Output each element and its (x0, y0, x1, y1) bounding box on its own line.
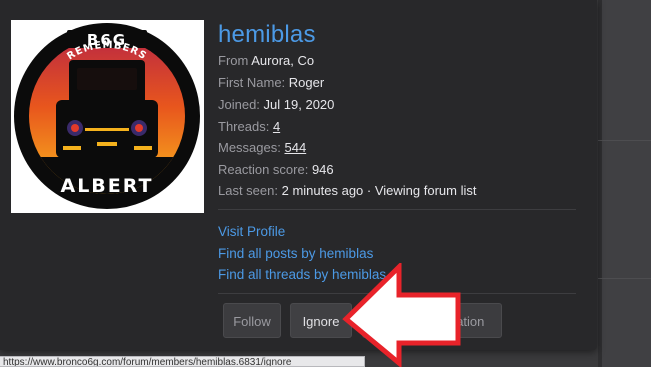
background-divider (598, 278, 651, 279)
location-line: From Aurora, Co (218, 53, 314, 68)
reaction-value: 946 (311, 162, 334, 177)
threads-label: Threads: (218, 119, 270, 134)
divider (218, 209, 576, 210)
location-value[interactable]: Aurora, Co (251, 53, 314, 68)
first-name-label: First Name: (218, 75, 286, 90)
page-shade (598, 0, 602, 367)
member-tooltip-card: B6G REMEMBERS ALBERT hemiblas From Auror… (0, 0, 597, 350)
joined-line: Joined: Jul 19, 2020 (218, 97, 334, 112)
last-seen-label: Last seen: (218, 183, 278, 198)
last-seen-line: Last seen: 2 minutes ago · Viewing forum… (218, 183, 476, 198)
messages-count-link[interactable]: 544 (285, 140, 307, 155)
threads-line: Threads: 4 (218, 119, 280, 134)
avatar[interactable]: B6G REMEMBERS ALBERT (11, 20, 204, 213)
red-arrow-annotation-icon (342, 263, 461, 367)
messages-label: Messages: (218, 140, 281, 155)
messages-line: Messages: 544 (218, 140, 306, 155)
visit-profile-link[interactable]: Visit Profile (218, 224, 285, 239)
joined-value: Jul 19, 2020 (263, 97, 335, 112)
page-background-right (598, 0, 651, 367)
location-label: From (218, 53, 249, 68)
status-bar-url: https://www.bronco6g.com/forum/members/h… (0, 356, 365, 367)
threads-count-link[interactable]: 4 (273, 119, 280, 134)
avatar-logo: B6G REMEMBERS ALBERT (14, 23, 200, 209)
username-link[interactable]: hemiblas (218, 21, 316, 49)
reaction-line: Reaction score: 946 (218, 162, 334, 177)
first-name-value: Roger (288, 75, 325, 90)
avatar-name-text: ALBERT (60, 175, 153, 197)
first-name-line: First Name: Roger (218, 75, 324, 90)
background-divider (598, 140, 651, 141)
follow-button[interactable]: Follow (223, 303, 281, 338)
last-seen-value: 2 minutes ago · Viewing forum list (281, 183, 477, 198)
reaction-label: Reaction score: (218, 162, 309, 177)
joined-label: Joined: (218, 97, 260, 112)
find-posts-link[interactable]: Find all posts by hemiblas (218, 246, 373, 261)
